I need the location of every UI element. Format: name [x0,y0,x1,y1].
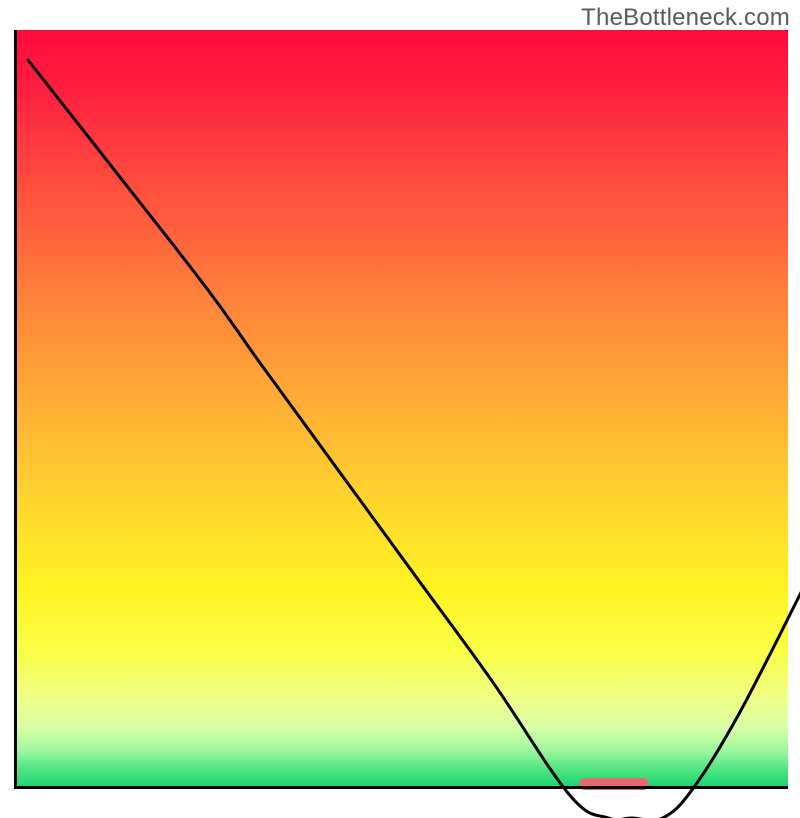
curve-path [28,60,800,818]
y-axis [14,30,17,788]
watermark-text: TheBottleneck.com [581,4,790,32]
chart-container: TheBottleneck.com [0,0,800,800]
bottleneck-curve [28,60,800,818]
x-axis [14,786,788,789]
plot-area [14,30,788,788]
